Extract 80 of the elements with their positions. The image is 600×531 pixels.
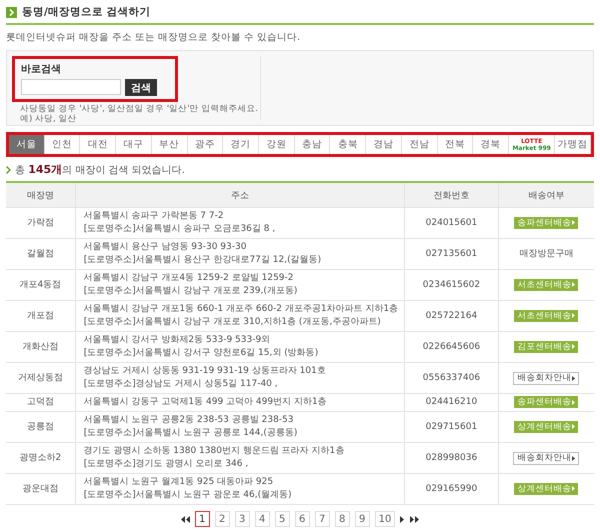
region-tab[interactable]: 가맹점 xyxy=(555,135,591,154)
store-name-cell: 공릉점 xyxy=(6,412,76,442)
page-button[interactable]: 8 xyxy=(334,511,350,527)
store-name-cell: 거제상동점 xyxy=(6,362,76,394)
address-line: 서울특별시 강남구 개포1동 660-1 개포주 660-2 개포주공1차아파트 지하1층 xyxy=(84,303,398,316)
page-button[interactable]: 1 xyxy=(194,511,210,527)
address-line: [도로명주소]서울특별시 용산구 한강대로77길 12,(갈월동) xyxy=(84,254,322,267)
arrow-icon xyxy=(572,424,576,429)
address-line: 경기도 광명시 소하동 1380 1380번지 행운드림 프라자 지하1층 xyxy=(84,445,346,458)
address-line: 서울특별시 용산구 남영동 93-30 93-30 xyxy=(84,241,248,254)
address-line: 서울특별시 강동구 고덕제1동 499 고덕아 499번지 지하1층 xyxy=(84,396,328,409)
region-tab[interactable]: 서울 xyxy=(9,135,45,154)
arrow-icon xyxy=(572,376,576,380)
column-header: 배송여부 xyxy=(498,183,594,208)
page-button[interactable]: 6 xyxy=(294,511,310,527)
page-button[interactable]: 10 xyxy=(374,511,396,527)
phone-cell: 027135601 xyxy=(404,238,498,270)
search-field[interactable] xyxy=(21,79,121,95)
address-line: [도로명주소]경상남도 거제시 상동5길 117-40 , xyxy=(84,378,279,391)
address-line: 서울특별시 노원구 공릉2동 238-53 공릉빌 238-53 xyxy=(84,414,294,427)
delivery-notice-button[interactable]: 배송회차안내 xyxy=(513,452,580,464)
store-name-cell: 개포4동점 xyxy=(6,270,76,300)
arrow-icon xyxy=(572,344,576,349)
arrow-icon xyxy=(572,313,576,318)
store-name-cell: 광명소하2 xyxy=(6,442,76,474)
store-name-cell: 고덕점 xyxy=(6,394,76,412)
search-label: 바로검색 xyxy=(21,63,62,76)
address-line: [도로명주소]서울특별시 강남구 개포로 239,(개포동) xyxy=(84,285,298,298)
intro-text: 롯데인터넷슈퍼 매장을 주소 또는 매장명으로 찾아볼 수 있습니다. xyxy=(6,31,302,45)
arrow-icon xyxy=(572,456,576,460)
address-line: 서울특별시 송파구 가락본동 7 7-2 xyxy=(84,210,225,223)
chevron-icon xyxy=(6,166,11,174)
store-name-cell: 가락점 xyxy=(6,208,76,238)
first-page-icon[interactable] xyxy=(180,516,190,522)
page-button[interactable]: 7 xyxy=(314,511,330,527)
arrow-icon xyxy=(572,486,576,491)
hint-text: 예) 사당, 일산 xyxy=(20,114,78,124)
page-button[interactable]: 2 xyxy=(214,511,230,527)
arrow-icon xyxy=(572,220,576,225)
page-button[interactable]: 9 xyxy=(354,511,370,527)
store-name-cell: 광운대점 xyxy=(6,474,76,504)
hint-text: 사당동일 경우 '사당', 일산점일 경우 '일산'만 입력해주세요. xyxy=(20,104,259,114)
address-line: 서울특별시 강남구 개포4동 1259-2 로얄빌 1259-2 xyxy=(84,272,294,285)
address-line: 경상남도 거제시 상동동 931-19 931-19 상동프라자 101호 xyxy=(84,365,327,378)
phone-cell: 029715601 xyxy=(404,412,498,442)
phone-cell: 0556337406 xyxy=(404,362,498,394)
column-header: 전화번호 xyxy=(404,183,498,208)
store-name-cell: 개포점 xyxy=(6,300,76,332)
page-button[interactable]: 5 xyxy=(274,511,290,527)
address-line: [도로명주소]경기도 광명시 오리로 346 , xyxy=(84,458,250,471)
phone-cell: 029165990 xyxy=(404,474,498,504)
store-name-cell: 개화산점 xyxy=(6,332,76,362)
last-page-icon[interactable] xyxy=(410,516,420,522)
page-button[interactable]: 4 xyxy=(254,511,270,527)
address-line: 서울특별시 노원구 월계1동 925 대동아파 925 xyxy=(84,476,274,489)
phone-cell: 025722164 xyxy=(404,300,498,332)
address-line: [도로명주소]서울특별시 강남구 개포로 310,지하1층 (개포동,주공아파트) xyxy=(84,316,382,329)
arrow-icon xyxy=(572,400,576,404)
column-header: 매장명 xyxy=(6,183,76,208)
section-title: 동명/매장명으로 검색하기 xyxy=(22,5,150,19)
phone-cell: 028998036 xyxy=(404,442,498,474)
page-button[interactable]: 3 xyxy=(234,511,250,527)
store-name-cell: 갈월점 xyxy=(6,238,76,270)
column-header: 주소 xyxy=(75,183,405,208)
phone-cell: 0226645606 xyxy=(404,332,498,362)
search-button[interactable]: 검색 xyxy=(125,79,157,96)
phone-cell: 024015601 xyxy=(404,208,498,238)
address-line: 서울특별시 강서구 방화제2동 533-9 533-9외 xyxy=(84,334,272,347)
address-line: [도로명주소]서울특별시 강서구 양천로6길 15,외 (방화동) xyxy=(84,347,320,360)
delivery-text: 매장방문구매 xyxy=(519,248,574,258)
phone-cell: 0234615602 xyxy=(404,270,498,300)
delivery-notice-button[interactable]: 배송회차안내 xyxy=(513,372,580,384)
address-line: [도로명주소]서울특별시 송파구 오금로36길 8 , xyxy=(84,223,276,236)
address-line: [도로명주소]서울특별시 노원구 공릉로 144,(공릉동) xyxy=(84,427,298,440)
result-text: 총 145개의 매장이 검색 되었습니다. xyxy=(15,162,185,177)
next-page-icon[interactable] xyxy=(400,516,406,522)
arrow-icon xyxy=(572,282,576,287)
address-line: [도로명주소]서울특별시 노원구 광운로 46,(월계동) xyxy=(84,489,293,502)
phone-cell: 024416210 xyxy=(404,394,498,412)
arrow-icon xyxy=(6,6,17,18)
